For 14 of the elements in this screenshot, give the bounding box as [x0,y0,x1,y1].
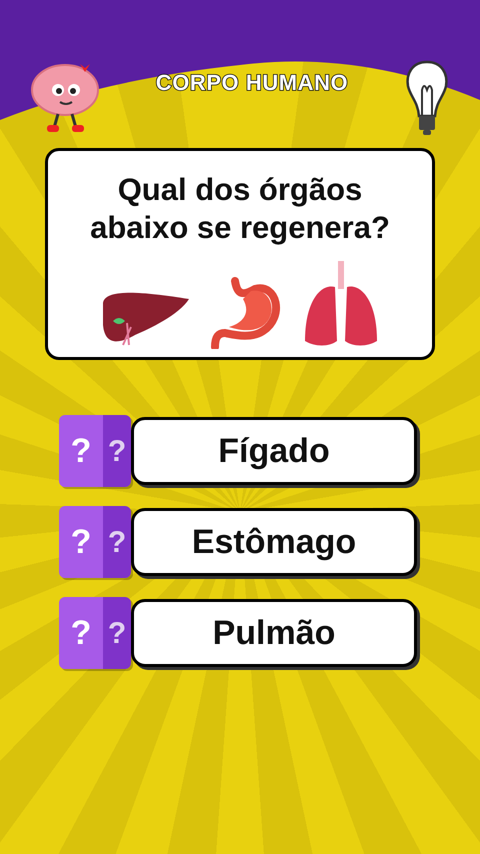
question-mark: ? [108,616,126,652]
light-bulb-icon [404,60,450,136]
question-mark: ? [70,522,92,562]
answer-option[interactable]: Fígado [131,417,417,485]
question-mark: ? [70,430,92,472]
header-title: CORPO HUMANO [156,69,348,97]
question-mark: ? [108,434,126,470]
question-mark: ? [108,524,126,560]
question-text: Qual dos órgãos abaixo se regenera? [89,171,391,247]
answer-option[interactable]: Estômago [131,508,417,576]
answer-option[interactable]: Pulmão [131,599,417,667]
brain-mascot-icon [30,62,100,134]
question-mark: ? [70,612,92,654]
stomach-icon [211,277,283,349]
